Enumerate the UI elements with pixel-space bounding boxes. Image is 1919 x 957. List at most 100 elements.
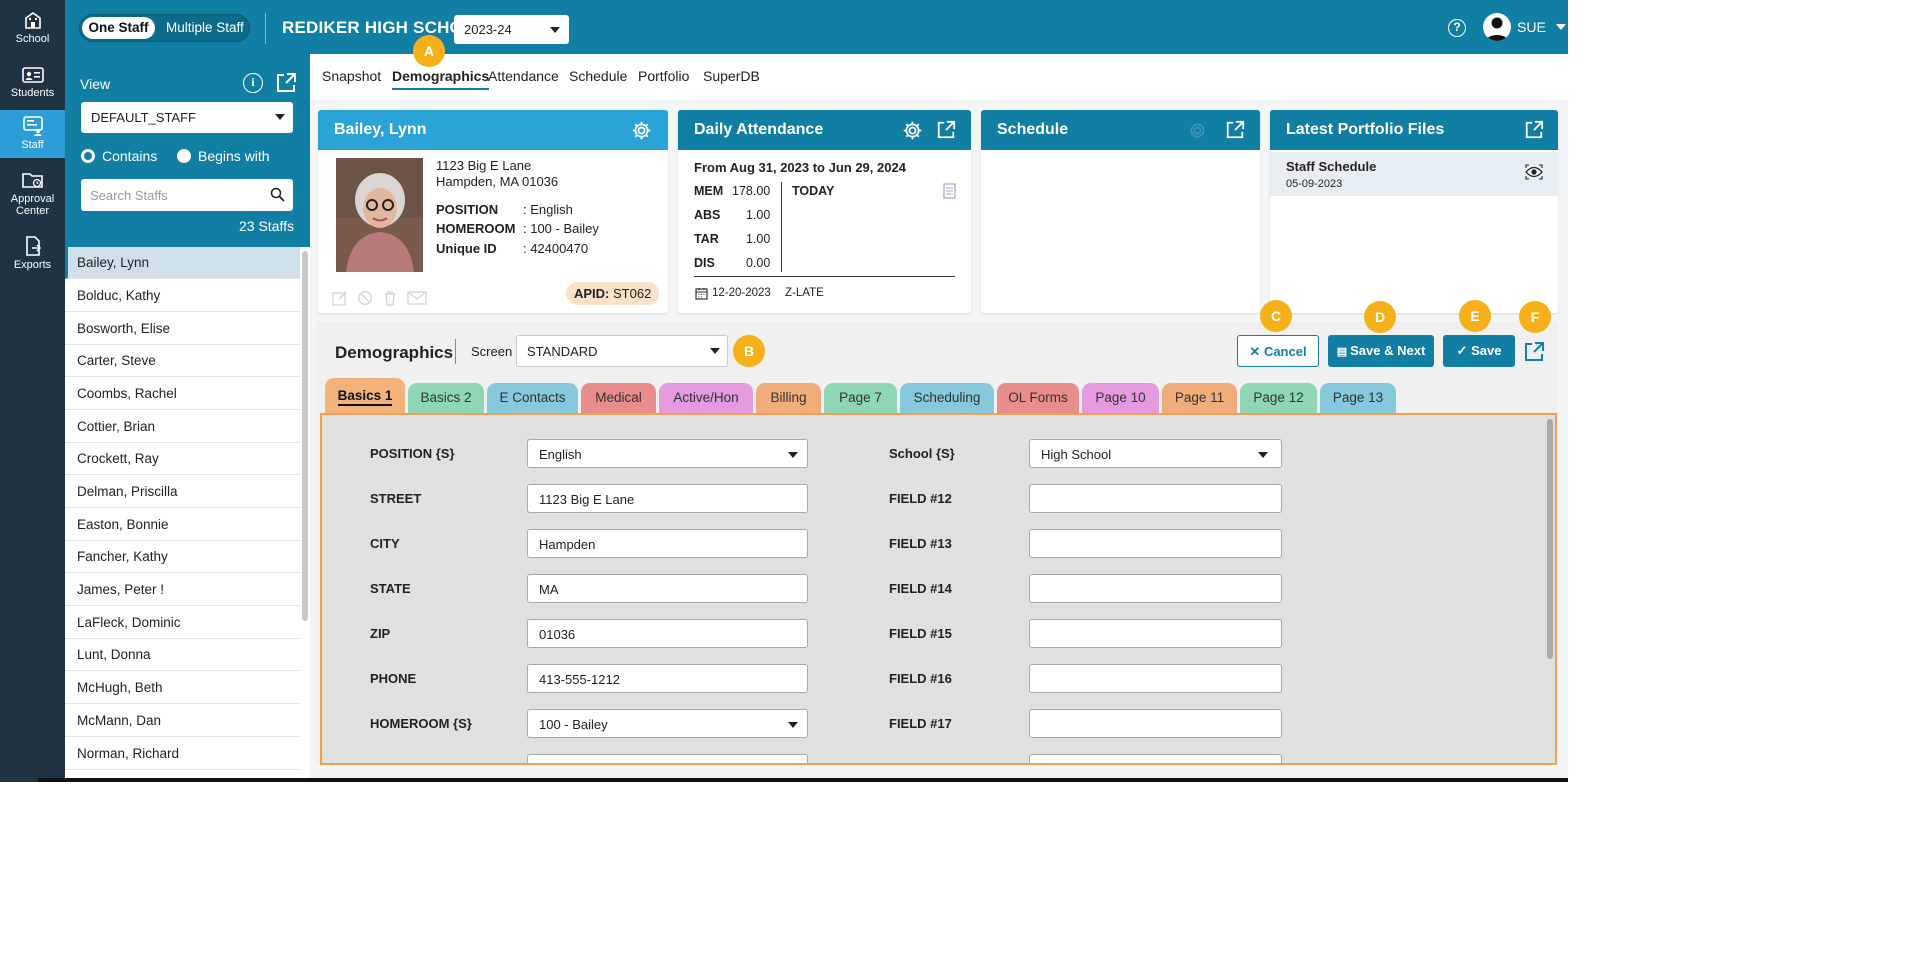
tab-page-11[interactable]: Page 11 xyxy=(1162,383,1237,413)
tab-billing[interactable]: Billing xyxy=(756,383,821,413)
help-icon[interactable]: ? xyxy=(1448,19,1466,37)
tab-basics-1[interactable]: Basics 1 xyxy=(325,378,405,414)
chevron-down-icon xyxy=(550,27,560,33)
field-13-input[interactable] xyxy=(1029,529,1282,558)
staff-list-item[interactable]: Fancher, Kathy xyxy=(65,541,300,573)
staff-list-item[interactable]: Delman, Priscilla xyxy=(65,476,300,508)
nav-school[interactable]: School xyxy=(0,10,65,50)
attendance-card-header: Daily Attendance xyxy=(678,110,971,150)
position-row: POSITION: English xyxy=(436,202,573,217)
portfolio-file-row[interactable]: Staff Schedule 05-09-2023 xyxy=(1270,152,1558,196)
staff-count: 23 Staffs xyxy=(238,218,294,234)
state-input[interactable]: MA xyxy=(527,574,808,603)
staff-list-item[interactable]: James, Peter ! xyxy=(65,574,300,606)
field-16-input[interactable] xyxy=(1029,664,1282,693)
zip-input[interactable]: 01036 xyxy=(527,619,808,648)
portfolio-title: Latest Portfolio Files xyxy=(1286,121,1445,138)
form-scrollbar[interactable] xyxy=(1547,419,1553,659)
field-15-input[interactable] xyxy=(1029,619,1282,648)
tab-schedule[interactable]: Schedule xyxy=(569,68,627,84)
tab-scheduling[interactable]: Scheduling xyxy=(900,383,994,413)
tab-page-13[interactable]: Page 13 xyxy=(1320,383,1396,413)
tab-superdb[interactable]: SuperDB xyxy=(703,68,760,84)
staff-search-input[interactable]: Search Staffs xyxy=(81,179,293,211)
staff-list-item[interactable]: McHugh, Beth xyxy=(65,672,300,704)
info-icon[interactable]: i xyxy=(243,73,263,93)
tab-active-hon[interactable]: Active/Hon xyxy=(659,383,753,413)
staff-list-item[interactable]: Bailey, Lynn xyxy=(65,247,300,279)
tab-medical[interactable]: Medical xyxy=(581,383,656,413)
tab-portfolio[interactable]: Portfolio xyxy=(638,68,689,84)
external-link-icon[interactable] xyxy=(1523,341,1545,363)
position-select[interactable]: English xyxy=(527,439,808,468)
tar-label: TAR xyxy=(694,232,719,246)
staff-list-item[interactable]: Coombs, Rachel xyxy=(65,378,300,410)
staff-list-scrollbar[interactable] xyxy=(302,251,308,621)
external-link-icon[interactable] xyxy=(936,120,956,140)
nav-exports[interactable]: Exports xyxy=(0,236,65,272)
document-icon[interactable] xyxy=(943,183,956,199)
external-link-icon[interactable] xyxy=(275,72,297,94)
view-eye-icon[interactable] xyxy=(1525,164,1543,180)
staff-list-item[interactable]: Carter, Steve xyxy=(65,345,300,377)
save-next-button[interactable]: ▤ Save & Next xyxy=(1328,335,1434,367)
nav-staff[interactable]: Staff xyxy=(0,110,65,158)
field-14-input[interactable] xyxy=(1029,574,1282,603)
school-year-select[interactable]: 2023-24 xyxy=(454,15,569,44)
tab-page-7[interactable]: Page 7 xyxy=(824,383,897,413)
block-icon[interactable] xyxy=(357,290,373,306)
school-select[interactable]: High School xyxy=(1029,439,1282,468)
cancel-button[interactable]: ✕ Cancel xyxy=(1237,335,1319,367)
staff-list-item[interactable]: Cottier, Brian xyxy=(65,411,300,443)
gear-icon[interactable] xyxy=(902,120,923,141)
tab-page-10[interactable]: Page 10 xyxy=(1082,383,1159,413)
city-input[interactable]: Hampden xyxy=(527,529,808,558)
field-12-input[interactable] xyxy=(1029,484,1282,513)
nav-students[interactable]: Students xyxy=(0,66,65,102)
trash-icon[interactable] xyxy=(382,290,398,306)
screen-select[interactable]: STANDARD xyxy=(516,335,728,367)
field-17-input[interactable] xyxy=(1029,709,1282,738)
toggle-multiple-staff[interactable]: Multiple Staff xyxy=(166,15,244,41)
external-link-icon[interactable] xyxy=(1225,120,1245,140)
user-menu[interactable]: SUE xyxy=(1517,19,1566,35)
staff-list-item[interactable]: LaFleck, Dominic xyxy=(65,607,300,639)
tab-e-contacts[interactable]: E Contacts xyxy=(487,383,578,413)
external-link-icon[interactable] xyxy=(1524,120,1544,140)
tab-page-12[interactable]: Page 12 xyxy=(1240,383,1317,413)
chevron-down-icon xyxy=(1258,452,1268,458)
radio-contains[interactable]: Contains xyxy=(81,148,157,164)
staff-mode-toggle[interactable]: One Staff Multiple Staff xyxy=(79,14,250,42)
edit-icon[interactable] xyxy=(332,290,348,306)
partial-input[interactable] xyxy=(1029,754,1282,763)
toggle-one-staff[interactable]: One Staff xyxy=(82,17,155,39)
tab-basics-2[interactable]: Basics 2 xyxy=(408,383,484,413)
callout-badge-e: E xyxy=(1459,300,1491,332)
street-field-label: STREET xyxy=(370,491,422,506)
mail-icon[interactable] xyxy=(407,290,427,306)
avatar[interactable] xyxy=(1483,13,1511,41)
staff-list-item[interactable]: McMann, Dan xyxy=(65,705,300,737)
position-field-label: POSITION {S} xyxy=(370,446,455,461)
save-button[interactable]: ✓ Save xyxy=(1443,335,1515,367)
search-icon[interactable] xyxy=(270,187,285,202)
staff-list-item[interactable]: Bosworth, Elise xyxy=(65,313,300,345)
staff-list-item[interactable]: Crockett, Ray xyxy=(65,443,300,475)
staff-list-item[interactable]: Lunt, Donna xyxy=(65,639,300,671)
today-label: TODAY xyxy=(792,184,835,198)
staff-list-item[interactable]: Easton, Bonnie xyxy=(65,509,300,541)
radio-begins-with[interactable]: Begins with xyxy=(177,148,270,164)
street-input[interactable]: 1123 Big E Lane xyxy=(527,484,808,513)
tab-ol-forms[interactable]: OL Forms xyxy=(997,383,1079,413)
tab-demographics[interactable]: Demographics xyxy=(392,68,490,90)
nav-approval-center[interactable]: Approval Center xyxy=(0,170,65,218)
staff-list-item[interactable]: Norman, Richard xyxy=(65,738,300,770)
view-select[interactable]: DEFAULT_STAFF xyxy=(81,102,293,133)
homeroom-select[interactable]: 100 - Bailey xyxy=(527,709,808,738)
partial-input[interactable] xyxy=(527,754,808,763)
tab-attendance[interactable]: Attendance xyxy=(488,68,559,84)
tab-snapshot[interactable]: Snapshot xyxy=(322,68,381,84)
phone-input[interactable]: 413-555-1212 xyxy=(527,664,808,693)
staff-list-item[interactable]: Bolduc, Kathy xyxy=(65,280,300,312)
gear-icon[interactable] xyxy=(631,120,652,141)
